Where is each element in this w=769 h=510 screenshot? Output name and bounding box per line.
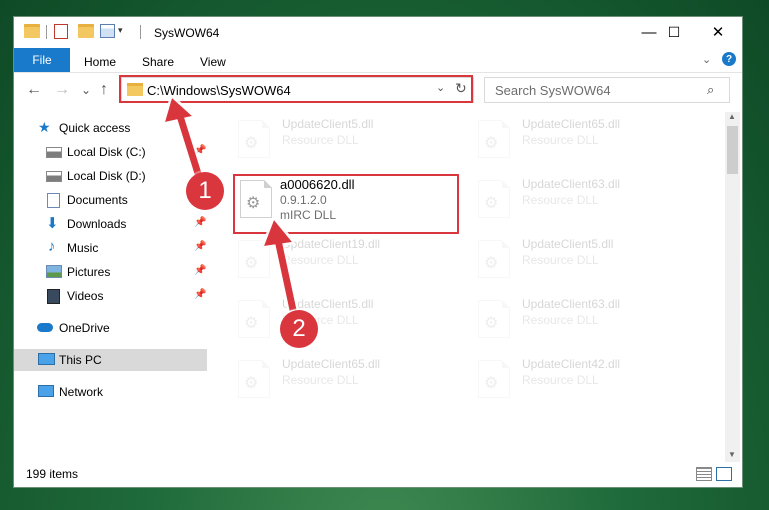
step-1-badge: 1 (186, 172, 224, 210)
arrow-one (165, 98, 204, 182)
arrow-two (264, 220, 297, 311)
step-2-badge: 2 (280, 310, 318, 348)
annotation-arrows (165, 98, 297, 311)
